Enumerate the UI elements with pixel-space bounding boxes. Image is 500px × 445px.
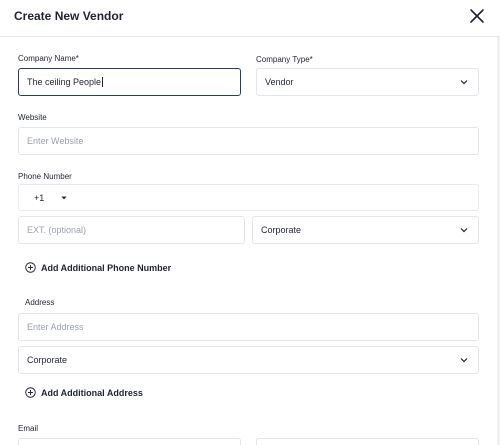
company-type-select[interactable]: Vendor bbox=[256, 68, 479, 96]
phone-ext-placeholder: EXT. (optional) bbox=[27, 225, 87, 235]
plus-circle-icon bbox=[25, 387, 36, 398]
add-address-label: Add Additional Address bbox=[41, 387, 143, 398]
website-input[interactable]: Enter Website bbox=[18, 127, 479, 155]
website-label: Website bbox=[18, 113, 47, 122]
plus-circle-icon bbox=[25, 262, 36, 273]
phone-type-value: Corporate bbox=[261, 225, 302, 235]
phone-type-select[interactable]: Corporate bbox=[252, 216, 479, 244]
company-name-label: Company Name* bbox=[18, 54, 79, 63]
add-address-button[interactable]: Add Additional Address bbox=[25, 387, 143, 398]
address-type-value: Corporate bbox=[27, 355, 68, 365]
phone-number-input[interactable]: +1 bbox=[18, 184, 479, 211]
country-code[interactable]: +1 bbox=[34, 193, 44, 203]
close-icon[interactable] bbox=[468, 7, 486, 25]
company-type-label: Company Type* bbox=[256, 55, 313, 64]
address-input[interactable]: Enter Address bbox=[18, 313, 479, 341]
company-name-value: The ceiling People bbox=[27, 77, 104, 87]
address-type-select[interactable]: Corporate bbox=[18, 346, 479, 374]
email-type-select[interactable] bbox=[256, 438, 479, 445]
caret-down-icon[interactable] bbox=[61, 196, 67, 200]
company-type-value: Vendor bbox=[265, 77, 294, 87]
email-input[interactable] bbox=[18, 438, 241, 445]
email-label: Email bbox=[18, 424, 39, 433]
add-phone-label: Add Additional Phone Number bbox=[41, 262, 172, 273]
company-name-input[interactable]: The ceiling People bbox=[18, 68, 241, 96]
address-placeholder: Enter Address bbox=[27, 322, 84, 332]
phone-ext-input[interactable]: EXT. (optional) bbox=[18, 216, 245, 244]
chevron-down-icon bbox=[460, 358, 468, 363]
dialog-title: Create New Vendor bbox=[14, 9, 124, 23]
dialog-header: Create New Vendor bbox=[0, 0, 500, 37]
chevron-down-icon bbox=[460, 228, 468, 233]
add-phone-button[interactable]: Add Additional Phone Number bbox=[25, 262, 171, 273]
chevron-down-icon bbox=[460, 80, 468, 85]
website-placeholder: Enter Website bbox=[27, 136, 84, 146]
address-label: Address bbox=[25, 298, 55, 307]
phone-number-label: Phone Number bbox=[18, 172, 72, 181]
